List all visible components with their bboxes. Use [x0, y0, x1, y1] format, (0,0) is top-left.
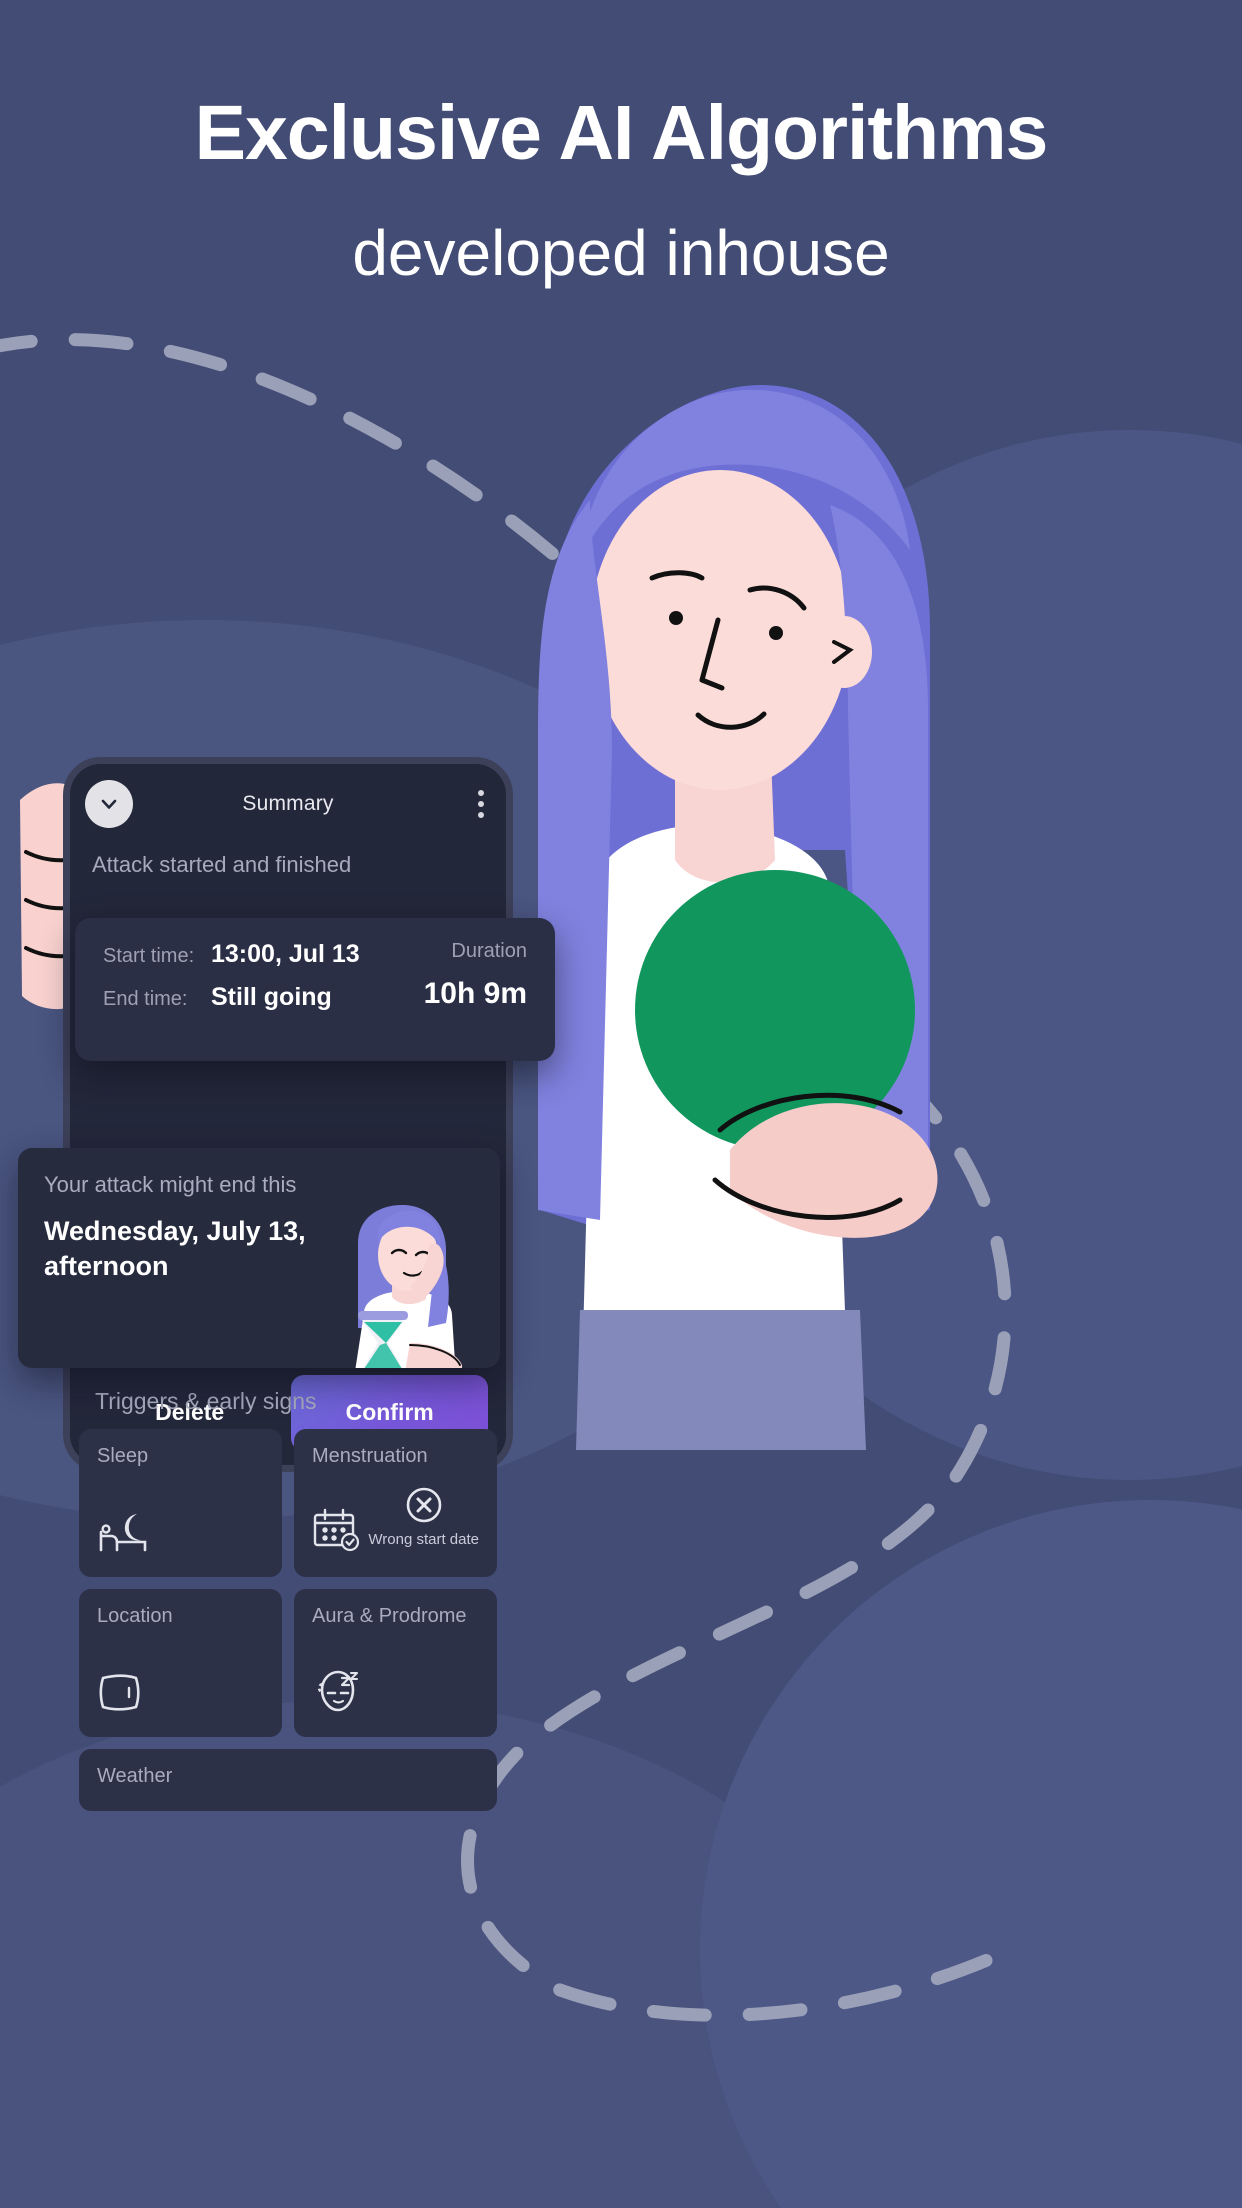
hero-headline-block: Exclusive AI Algorithms developed inhous…: [0, 95, 1242, 287]
background-blob: [640, 430, 1242, 1480]
bed-moon-icon: [97, 1510, 149, 1559]
pillow-icon: [97, 1670, 141, 1719]
attack-time-card: Start time: 13:00, Jul 13 End time: Stil…: [75, 918, 555, 1061]
prediction-lead-text: Your attack might end this: [44, 1172, 297, 1197]
kebab-dot: [478, 790, 484, 796]
prediction-card: Your attack might end this Wednesday, Ju…: [18, 1148, 500, 1368]
menstruation-warning-badge[interactable]: Wrong start date: [368, 1485, 479, 1548]
start-time-label: Start time:: [103, 945, 195, 967]
tile-label: Sleep: [97, 1445, 149, 1467]
calendar-check-icon: [312, 1508, 362, 1559]
x-circle-icon: [406, 1487, 441, 1523]
triggers-section: Triggers & early signs Sleep Menstruatio…: [63, 1370, 513, 1811]
trigger-tile-aura-prodrome[interactable]: Aura & Prodrome: [294, 1589, 497, 1737]
trigger-tile-location[interactable]: Location: [79, 1589, 282, 1737]
duration-label: Duration: [451, 940, 527, 962]
trigger-tile-weather[interactable]: Weather: [79, 1749, 497, 1811]
sleeping-face-icon: [312, 1668, 362, 1719]
green-ball: [635, 870, 915, 1150]
app-bar-title: Summary: [242, 792, 334, 815]
prediction-value: Wednesday, July 13, afternoon: [44, 1216, 306, 1281]
trigger-tile-menstruation[interactable]: Menstruation Wrong start date: [294, 1429, 497, 1577]
tile-label: Menstruation: [312, 1445, 428, 1467]
promo-screenshot: Exclusive AI Algorithms developed inhous…: [0, 0, 1242, 2208]
overflow-menu-button[interactable]: [478, 790, 484, 818]
attack-status-label: Attack started and finished: [92, 852, 352, 877]
end-time-value: Still going: [211, 983, 332, 1011]
chevron-down-icon: [101, 799, 117, 809]
app-bar: Summary: [70, 764, 506, 844]
end-time-label: End time:: [103, 988, 188, 1010]
tile-label: Location: [97, 1605, 173, 1627]
duration-block: Duration 10h 9m: [424, 940, 527, 1011]
duration-value: 10h 9m: [423, 977, 527, 1010]
back-button[interactable]: [85, 780, 133, 828]
badge-text: Wrong start date: [368, 1531, 479, 1548]
page-title: Exclusive AI Algorithms: [194, 90, 1049, 176]
background-blob: [700, 1500, 1242, 2208]
kebab-dot: [478, 801, 484, 807]
triggers-section-title: Triggers & early signs: [95, 1388, 317, 1414]
woman-holding-ball-illustration: [538, 385, 938, 1450]
tile-label: Weather: [97, 1765, 173, 1787]
start-time-value: 13:00, Jul 13: [211, 940, 360, 968]
tile-label: Aura & Prodrome: [312, 1605, 467, 1627]
trigger-tile-sleep[interactable]: Sleep: [79, 1429, 282, 1577]
page-subtitle: developed inhouse: [352, 217, 890, 289]
woman-with-hourglass-illustration: [355, 1205, 462, 1368]
kebab-dot: [478, 812, 484, 818]
triggers-tile-grid: Sleep Menstruation Wrong start date Loca…: [63, 1429, 513, 1737]
